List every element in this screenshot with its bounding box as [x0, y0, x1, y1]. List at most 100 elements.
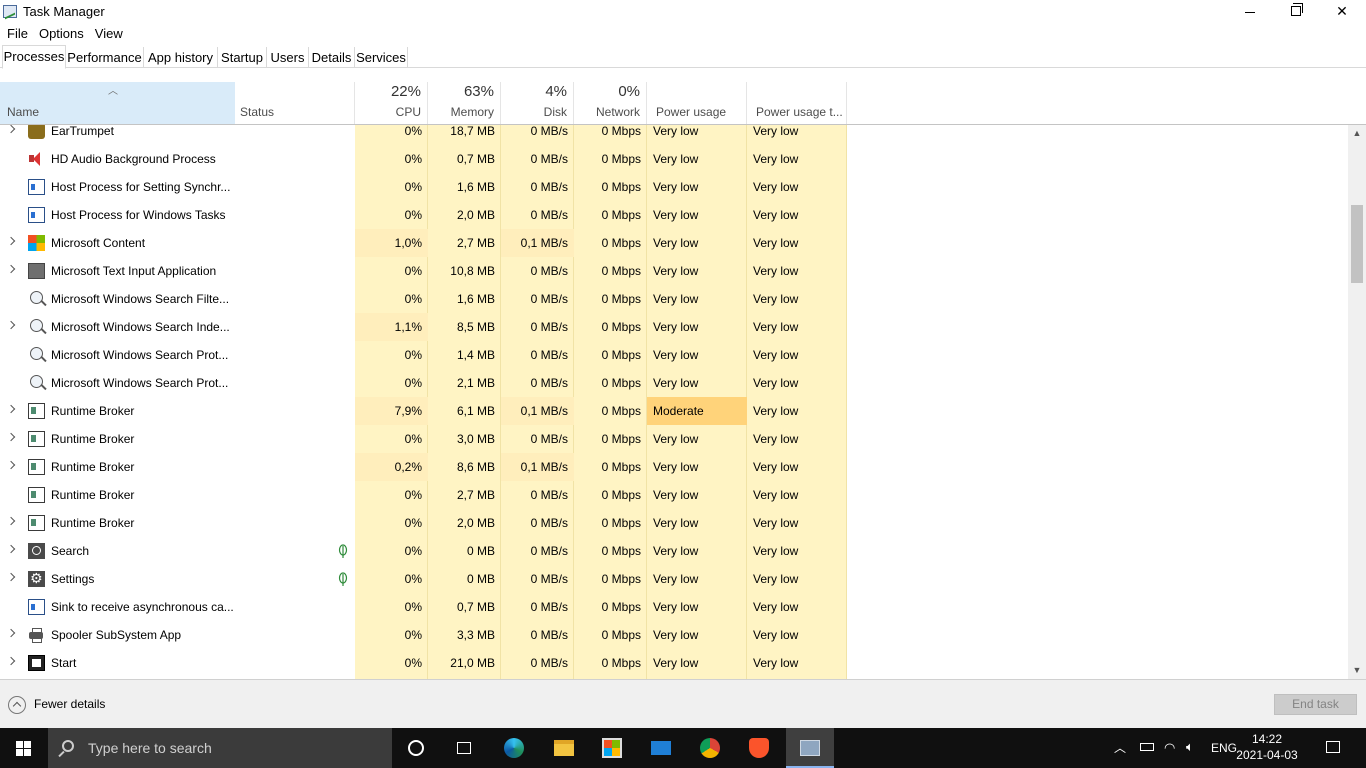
memory-cell: 2,0 MB [456, 208, 495, 222]
expand-chevron-icon[interactable] [6, 125, 16, 134]
taskbar-search-box[interactable]: Type here to search [48, 728, 392, 768]
header-status[interactable]: Status [235, 82, 355, 124]
table-row[interactable]: EarTrumpet 0% 18,7 MB 0 MB/s 0 Mbps Very low V… [0, 125, 1348, 145]
menu-options[interactable]: Options [35, 23, 88, 43]
taskbar-chrome[interactable] [686, 728, 734, 768]
taskbar-mail[interactable] [637, 728, 685, 768]
table-row[interactable]: Microsoft Windows Search Prot... 0% 2,1 MB… [0, 369, 1348, 397]
end-task-button[interactable]: End task [1274, 694, 1357, 715]
close-button[interactable]: ✕ [1319, 0, 1365, 22]
cpu-cell: 0% [404, 432, 422, 446]
task-view-button[interactable] [440, 728, 488, 768]
header-power-trend[interactable]: Power usage t... [747, 82, 847, 124]
table-row[interactable]: Spooler SubSystem App 0% 3,3 MB 0 MB/s 0 Mbp… [0, 621, 1348, 649]
power-usage-cell: Very low [653, 544, 699, 558]
tab-app-history[interactable]: App history [144, 47, 218, 68]
expand-chevron-icon[interactable] [6, 236, 16, 246]
battery-icon [1140, 743, 1154, 751]
table-row[interactable]: Runtime Broker 0,2% 8,6 MB 0,1 MB/s 0 Mbps Ve… [0, 453, 1348, 481]
disk-cell: 0 MB/s [530, 432, 568, 446]
tab-processes[interactable]: Processes [2, 45, 66, 69]
header-disk[interactable]: 4% Disk [501, 82, 574, 124]
header-network[interactable]: 0% Network [574, 82, 647, 124]
tab-performance[interactable]: Performance [66, 47, 144, 68]
table-row[interactable]: Runtime Broker 0% 3,0 MB 0 MB/s 0 Mbps Very l… [0, 425, 1348, 453]
table-row[interactable]: Microsoft Windows Search Filte... 0% 1,6 M… [0, 285, 1348, 313]
menu-file[interactable]: File [3, 23, 32, 43]
tab-startup[interactable]: Startup [218, 47, 267, 68]
taskbar-file-explorer[interactable] [540, 728, 588, 768]
table-row[interactable]: Runtime Broker 7,9% 6,1 MB 0,1 MB/s 0 Mbps Mo… [0, 397, 1348, 425]
taskbar-edge[interactable] [490, 728, 538, 768]
scroll-up-arrow-icon[interactable]: ▲ [1348, 125, 1366, 142]
memory-total-percent: 63% [463, 83, 494, 100]
header-memory[interactable]: 63% Memory [428, 82, 501, 124]
scroll-down-arrow-icon[interactable]: ▼ [1348, 662, 1366, 679]
process-name: Microsoft Windows Search Inde... [51, 320, 230, 334]
taskbar-task-manager[interactable] [786, 728, 834, 768]
restore-button[interactable] [1273, 0, 1319, 22]
header-name[interactable]: ︿ Name [0, 82, 235, 124]
expand-chevron-icon[interactable] [6, 264, 16, 274]
start-button[interactable] [0, 728, 48, 768]
taskbar-brave[interactable] [735, 728, 783, 768]
volume-tray[interactable]: 🔈︎ [1184, 728, 1204, 768]
search-placeholder: Type here to search [88, 740, 212, 756]
tab-users[interactable]: Users [267, 47, 309, 68]
expand-chevron-icon[interactable] [6, 460, 16, 470]
eartrumpet-icon [28, 125, 45, 139]
table-row[interactable]: Search 0% 0 MB 0 MB/s 0 Mbps Very low Very low [0, 537, 1348, 565]
header-memory-label: Memory [450, 105, 494, 119]
windows-logo-icon [16, 741, 23, 748]
expand-chevron-icon[interactable] [6, 656, 16, 666]
expand-chevron-icon[interactable] [6, 432, 16, 442]
table-row[interactable]: Sink to receive asynchronous ca... 0% 0,7 … [0, 593, 1348, 621]
table-row[interactable]: Start 0% 21,0 MB 0 MB/s 0 Mbps Very low Very l… [0, 649, 1348, 677]
expand-chevron-icon[interactable] [6, 572, 16, 582]
search-process-icon [30, 347, 43, 360]
process-list[interactable]: EarTrumpet 0% 18,7 MB 0 MB/s 0 Mbps Very low V… [0, 125, 1348, 679]
suspended-leaf-icon [338, 572, 348, 586]
table-row[interactable]: Runtime Broker 0% 2,7 MB 0 MB/s 0 Mbps Very l… [0, 481, 1348, 509]
table-row[interactable]: Settings 0% 0 MB 0 MB/s 0 Mbps Very low Very l… [0, 565, 1348, 593]
table-row[interactable]: Microsoft Windows Search Prot... 0% 1,4 MB… [0, 341, 1348, 369]
network-cell: 0 Mbps [601, 320, 641, 334]
expand-chevron-icon[interactable] [6, 516, 16, 526]
fewer-details-link[interactable]: Fewer details [34, 697, 105, 711]
header-cpu[interactable]: 22% CPU [355, 82, 428, 124]
chevron-up-circle-icon[interactable] [8, 696, 26, 714]
power-trend-cell: Very low [753, 544, 799, 558]
process-name: EarTrumpet [51, 125, 114, 138]
table-row[interactable]: Host Process for Windows Tasks 0% 2,0 MB 0 … [0, 201, 1348, 229]
process-name: Search [51, 544, 90, 558]
windows-taskbar: Type here to search ︿ ◠ 🔈︎ ENG 14:22 202… [0, 728, 1366, 768]
expand-chevron-icon[interactable] [6, 628, 16, 638]
vertical-scrollbar[interactable]: ▲ ▼ [1348, 125, 1366, 679]
menu-view[interactable]: View [91, 23, 127, 43]
show-hidden-icons-button[interactable]: ︿ [1114, 728, 1130, 768]
table-row[interactable]: Microsoft Text Input Application 0% 10,8 M… [0, 257, 1348, 285]
taskbar-store[interactable] [588, 728, 636, 768]
tab-services[interactable]: Services [355, 47, 408, 68]
tab-details[interactable]: Details [309, 47, 355, 68]
network-tray[interactable]: ◠ [1162, 728, 1182, 768]
minimize-button[interactable] [1227, 0, 1273, 22]
action-center-button[interactable] [1318, 728, 1348, 768]
table-row[interactable]: Microsoft Windows Search Inde... 1,1% 8,5 … [0, 313, 1348, 341]
table-row[interactable]: Runtime Broker 0% 2,0 MB 0 MB/s 0 Mbps Very l… [0, 509, 1348, 537]
cortana-button[interactable] [392, 728, 440, 768]
scroll-thumb[interactable] [1351, 205, 1363, 283]
power-trend-cell: Very low [753, 656, 799, 670]
expand-chevron-icon[interactable] [6, 404, 16, 414]
close-icon: ✕ [1336, 2, 1348, 19]
expand-chevron-icon[interactable] [6, 320, 16, 330]
expand-chevron-icon[interactable] [6, 544, 16, 554]
battery-tray[interactable] [1138, 728, 1158, 768]
speaker-icon [28, 151, 45, 167]
table-row[interactable]: HD Audio Background Process 0% 0,7 MB 0 MB/… [0, 145, 1348, 173]
table-row[interactable]: Microsoft Content 1,0% 2,7 MB 0,1 MB/s 0 Mbp… [0, 229, 1348, 257]
table-row[interactable]: Host Process for Setting Synchr... 0% 1,6 … [0, 173, 1348, 201]
power-usage-cell: Moderate [647, 397, 747, 425]
header-power-usage[interactable]: Power usage [647, 82, 747, 124]
clock[interactable]: 14:22 2021-04-03 [1232, 731, 1302, 763]
